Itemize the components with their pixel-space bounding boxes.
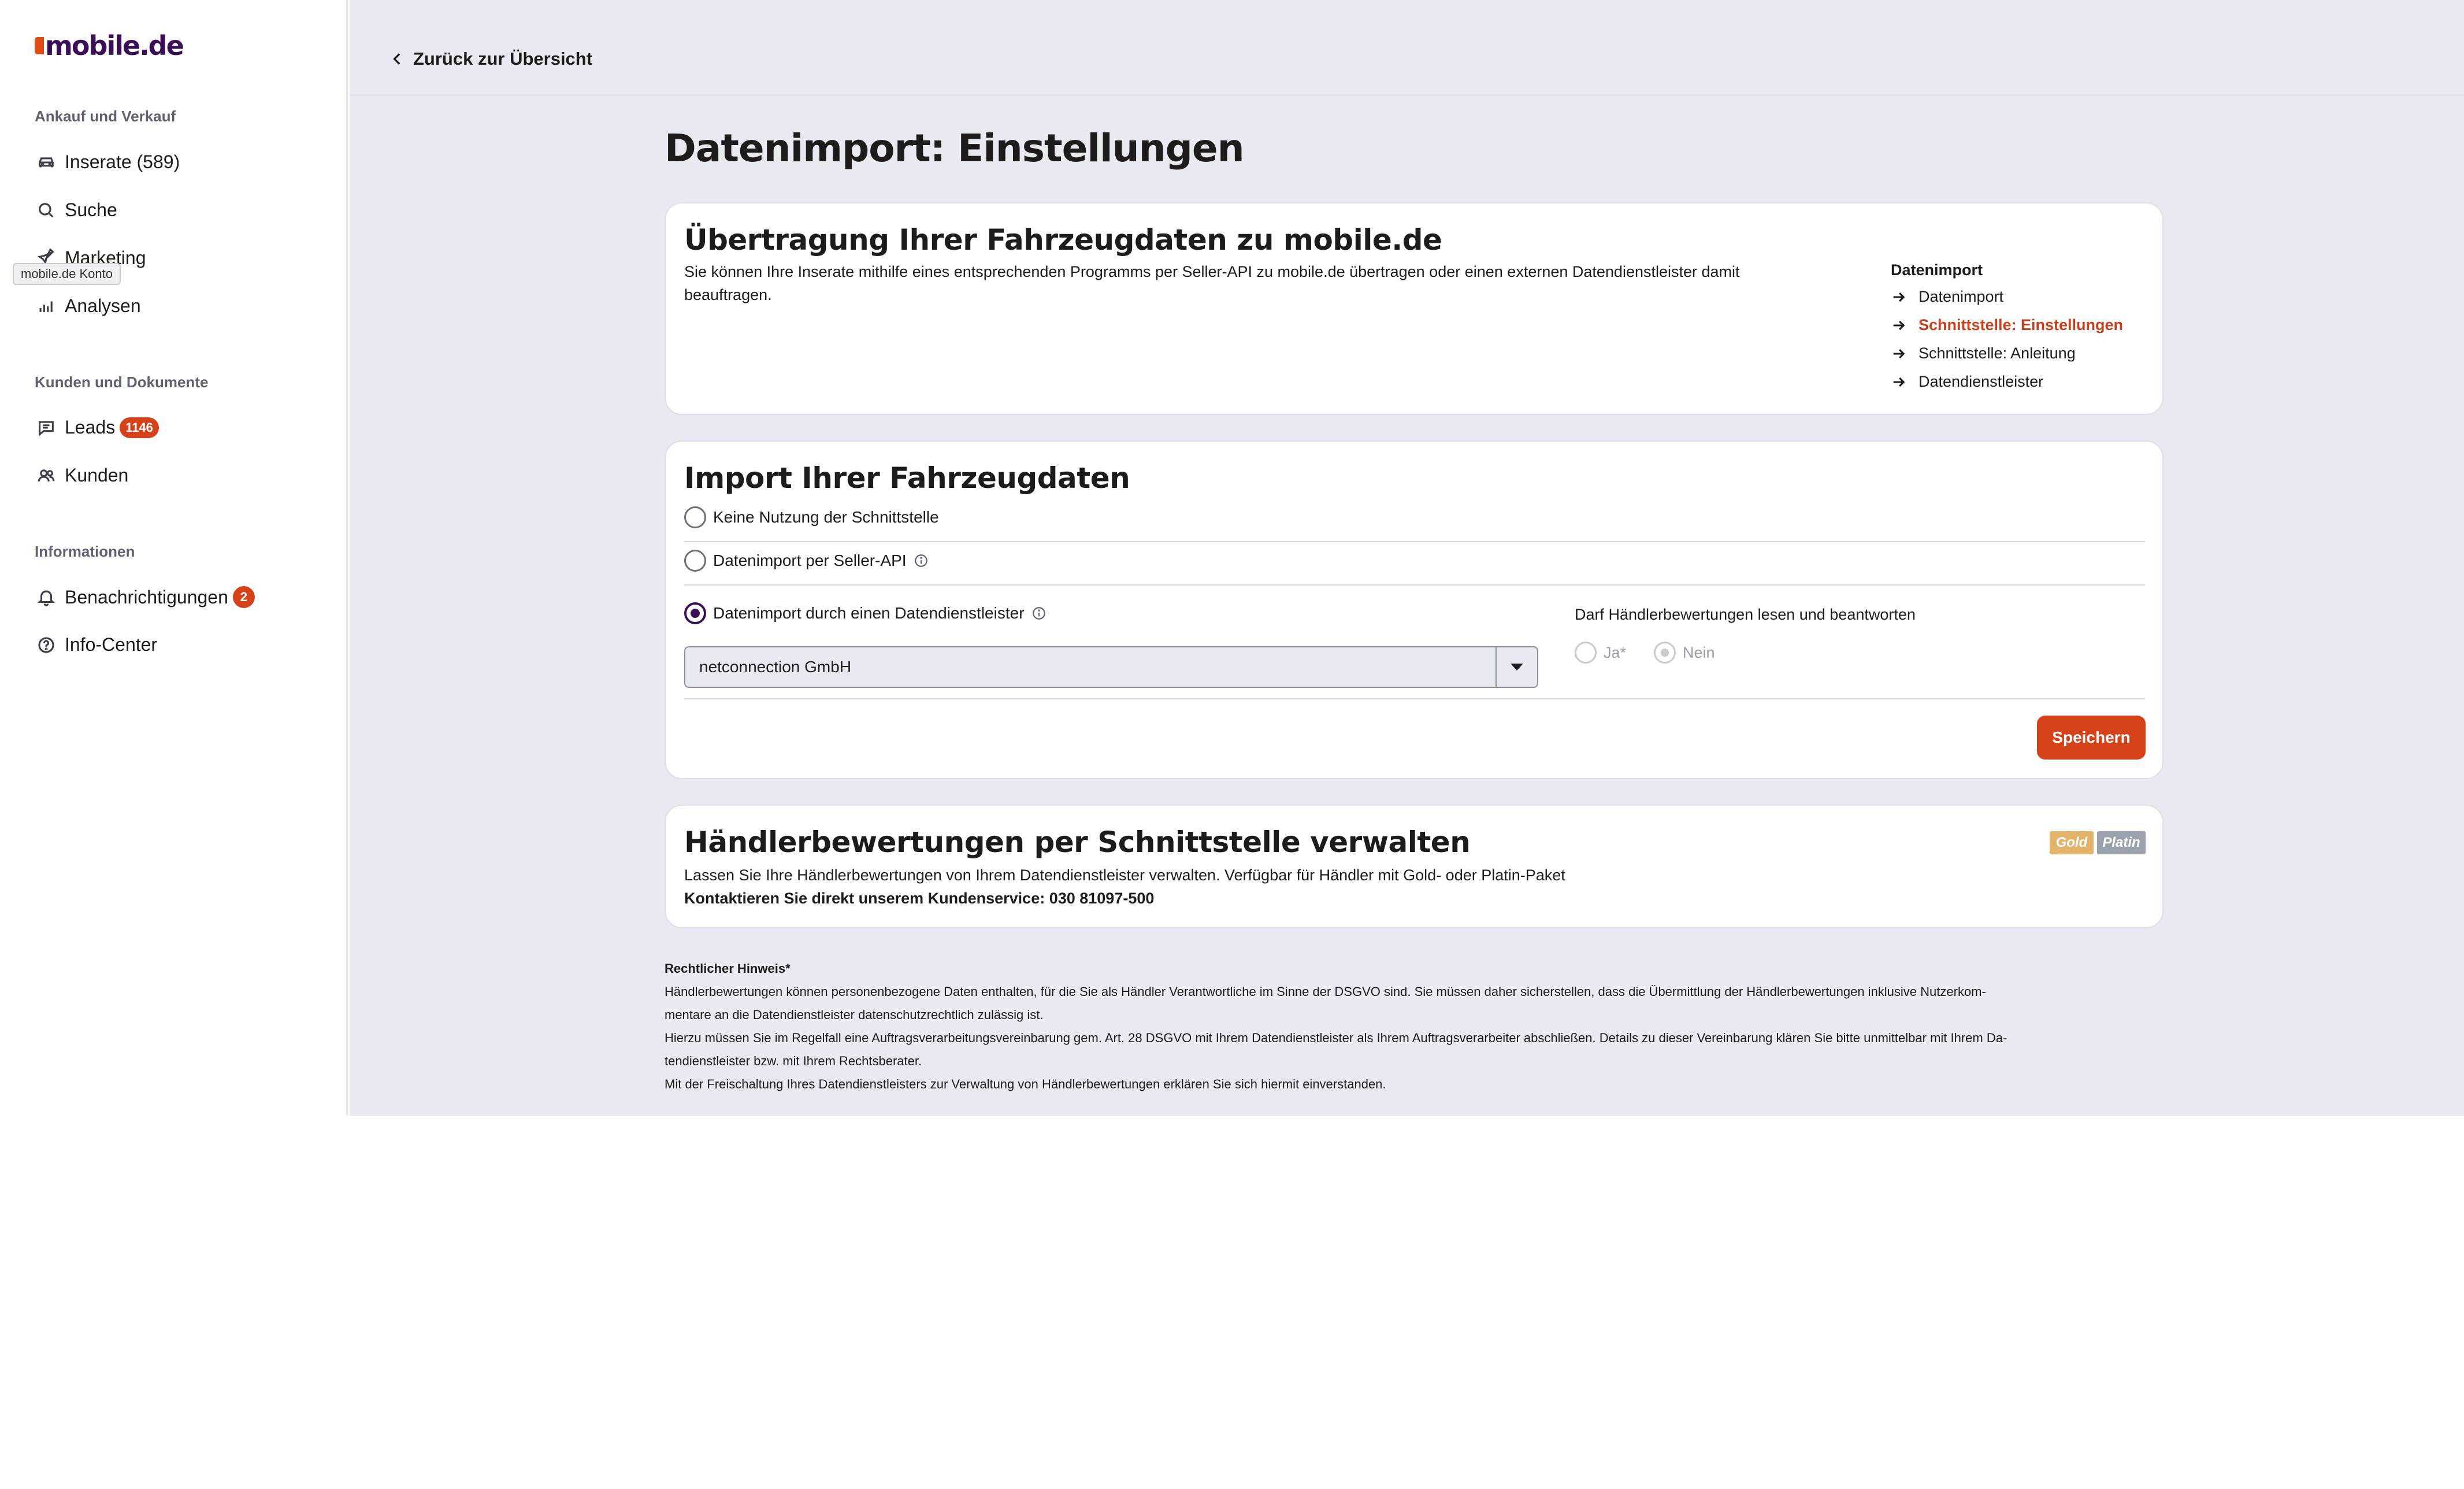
sidebar-item-suche[interactable]: Suche xyxy=(36,199,117,221)
legal-notice-line: Mit der Freischaltung Ihres Datendienstl… xyxy=(665,1077,1386,1091)
divider xyxy=(684,541,2145,542)
subnav-item-label: Schnittstelle: Einstellungen xyxy=(1918,316,2124,334)
subnav-item-schnittstelle-anleitung[interactable]: Schnittstelle: Anleitung xyxy=(1891,345,2076,362)
ratings-card-text: Lassen Sie Ihre Händlerbewertungen von I… xyxy=(684,866,1565,884)
option-label: Ja* xyxy=(1604,643,1627,661)
arrow-right-icon xyxy=(1893,377,1905,387)
chevron-left-icon xyxy=(393,53,400,65)
radio-button-disabled[interactable] xyxy=(1575,642,1597,664)
ratings-option-yes[interactable]: Ja* xyxy=(1575,642,1626,664)
notifications-count-badge: 2 xyxy=(232,586,255,608)
sidebar-item-label: Analysen xyxy=(65,295,141,316)
page-title: Datenimport: Einstellungen xyxy=(665,126,1245,171)
sidebar-item-benachrichtigungen[interactable]: Benachrichtigungen 2 xyxy=(36,586,255,608)
ratings-permission-label: Darf Händlerbewertungen lesen und beantw… xyxy=(1575,606,1916,623)
top-bar: Zurück zur Übersicht xyxy=(350,0,2464,96)
back-link-label: Zurück zur Übersicht xyxy=(413,49,593,69)
transfer-card-title: Übertragung Ihrer Fahrzeugdaten zu mobil… xyxy=(684,223,1442,257)
option-seller-api[interactable]: Datenimport per Seller-API xyxy=(684,550,929,572)
sidebar-item-info-center[interactable]: Info-Center xyxy=(36,634,157,655)
subnav-item-datendienstleister[interactable]: Datendienstleister xyxy=(1891,373,2043,391)
option-label: Datenimport per Seller-API xyxy=(713,551,907,569)
arrow-right-icon xyxy=(1893,292,1905,302)
logo-mark xyxy=(35,37,44,54)
caret-down-icon[interactable] xyxy=(1496,647,1537,687)
import-card: Import Ihrer Fahrzeugdaten Keine Nutzung… xyxy=(665,440,2164,779)
info-icon[interactable] xyxy=(914,553,929,568)
save-button[interactable]: Speichern xyxy=(2037,716,2146,760)
option-label: Keine Nutzung der Schnittstelle xyxy=(713,508,939,526)
legal-notice-line: Hierzu müssen Sie im Regelfall eine Auft… xyxy=(665,1031,2007,1045)
legal-notice-title: Rechtlicher Hinweis* xyxy=(665,961,791,976)
provider-select-value: netconnection GmbH xyxy=(699,658,852,676)
help-icon xyxy=(36,635,57,655)
import-card-title: Import Ihrer Fahrzeugdaten xyxy=(684,461,1130,495)
radio-button-disabled-selected[interactable] xyxy=(1654,642,1676,664)
sidebar-item-label: Suche xyxy=(65,199,117,220)
gold-package-tag: Gold xyxy=(2050,831,2094,854)
legal-notice-line: Händlerbewertungen können personenbezoge… xyxy=(665,984,1986,999)
sidebar-item-label: Kunden xyxy=(65,465,129,486)
sidebar-item-inserate[interactable]: Inserate (589) xyxy=(36,151,180,173)
car-icon xyxy=(36,152,57,173)
account-tooltip: mobile.de Konto xyxy=(13,263,121,285)
arrow-right-icon xyxy=(1893,320,1905,330)
option-no-interface[interactable]: Keine Nutzung der Schnittstelle xyxy=(684,506,939,528)
mobile-de-logo[interactable]: mobile.de xyxy=(35,30,184,61)
legal-notice: Rechtlicher Hinweis* Händlerbewertungen … xyxy=(665,957,2167,1096)
divider xyxy=(684,698,2145,699)
subnav-item-label: Datendienstleister xyxy=(1918,373,2044,390)
ratings-card-title: Händlerbewertungen per Schnittstelle ver… xyxy=(684,825,1471,859)
divider xyxy=(684,584,2145,586)
subnav-item-schnittstelle-einstellungen[interactable]: Schnittstelle: Einstellungen xyxy=(1891,316,2123,334)
radio-button-selected[interactable] xyxy=(684,602,706,624)
section-title-kunden: Kunden und Dokumente xyxy=(35,373,209,391)
option-data-provider[interactable]: Datenimport durch einen Datendienstleist… xyxy=(684,602,1047,624)
radio-button[interactable] xyxy=(684,506,706,528)
main-content: Zurück zur Übersicht Datenimport: Einste… xyxy=(350,0,2464,1116)
sidebar-item-label: Inserate (589) xyxy=(65,151,180,172)
ratings-card: Händlerbewertungen per Schnittstelle ver… xyxy=(665,805,2164,928)
sidebar: mobile.de Ankauf und Verkauf Inserate (5… xyxy=(0,0,348,1116)
transfer-card: Übertragung Ihrer Fahrzeugdaten zu mobil… xyxy=(665,202,2164,415)
arrow-right-icon xyxy=(1893,349,1905,358)
section-title-ankauf: Ankauf und Verkauf xyxy=(35,108,176,125)
sidebar-item-label: Benachrichtigungen xyxy=(65,586,228,608)
option-label: Datenimport durch einen Datendienstleist… xyxy=(713,604,1025,622)
sidebar-item-label: Info-Center xyxy=(65,634,158,655)
leads-count-badge: 1146 xyxy=(120,417,159,438)
ratings-card-contact: Kontaktieren Sie direkt unserem Kundense… xyxy=(684,890,1155,907)
transfer-card-text-line1: Sie können Ihre Inserate mithilfe eines … xyxy=(684,263,1740,280)
subnav-title: Datenimport xyxy=(1891,261,1983,279)
section-title-informationen: Informationen xyxy=(35,543,135,560)
provider-select[interactable]: netconnection GmbH xyxy=(684,646,1538,688)
sidebar-item-analysen[interactable]: Analysen xyxy=(36,295,141,317)
sidebar-item-kunden[interactable]: Kunden xyxy=(36,465,128,486)
bell-icon xyxy=(36,587,57,608)
option-label: Nein xyxy=(1683,643,1715,661)
radio-button[interactable] xyxy=(684,550,706,572)
legal-notice-line: tendienstleister bzw. mit Ihrem Rechtsbe… xyxy=(665,1054,922,1068)
users-icon xyxy=(36,465,57,486)
sidebar-item-leads[interactable]: Leads 1146 xyxy=(36,417,159,438)
logo-text: mobile.de xyxy=(45,30,184,61)
bar-chart-icon xyxy=(36,296,57,317)
back-to-overview-link[interactable]: Zurück zur Übersicht xyxy=(390,49,592,69)
subnav-item-label: Datenimport xyxy=(1918,288,2004,305)
ratings-option-no[interactable]: Nein xyxy=(1654,642,1715,664)
info-icon[interactable] xyxy=(1031,606,1047,621)
subnav-item-datenimport[interactable]: Datenimport xyxy=(1891,288,2003,306)
platin-package-tag: Platin xyxy=(2097,831,2146,854)
sidebar-item-label: Leads xyxy=(65,417,116,438)
legal-notice-line: mentare an die Datendienstleister datens… xyxy=(665,1008,1044,1022)
chat-icon xyxy=(36,417,57,438)
subnav-item-label: Schnittstelle: Anleitung xyxy=(1918,345,2076,362)
search-icon xyxy=(36,200,57,221)
transfer-card-text-line2: beauftragen. xyxy=(684,286,772,303)
